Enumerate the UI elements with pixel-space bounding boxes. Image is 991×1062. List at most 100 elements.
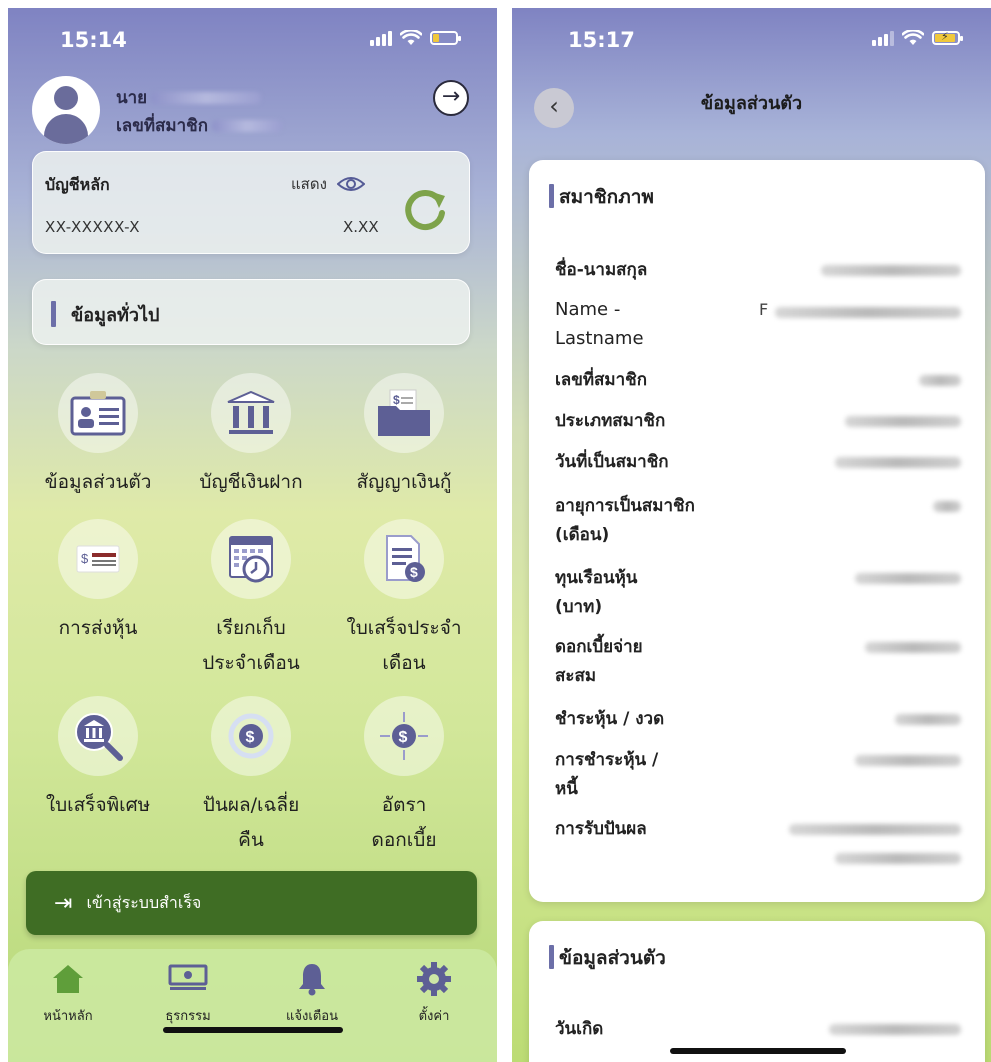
section-accent-bar bbox=[51, 301, 56, 327]
page-title: ข้อมูลส่วนตัว bbox=[700, 93, 803, 114]
gear-icon bbox=[417, 962, 451, 996]
redacted-value bbox=[895, 714, 961, 725]
id-card-icon bbox=[70, 391, 126, 436]
refresh-icon[interactable] bbox=[401, 186, 449, 234]
home-icon bbox=[53, 965, 83, 993]
user-name-prefix: นาย bbox=[116, 88, 148, 108]
wifi-icon bbox=[902, 30, 924, 45]
tab-notifications[interactable]: แจ้งเตือน bbox=[262, 961, 362, 1026]
redacted-value bbox=[933, 501, 961, 512]
redacted-member-number bbox=[212, 119, 283, 132]
menu-loan-contracts[interactable]: $ สัญญาเงินกู้ bbox=[324, 373, 484, 500]
redacted-value bbox=[821, 265, 961, 276]
section-accent-bar bbox=[549, 945, 554, 969]
tab-settings[interactable]: ตั้งค่า bbox=[384, 961, 484, 1026]
status-icons bbox=[370, 30, 461, 46]
tab-label: ธุรกรรม bbox=[165, 1009, 211, 1024]
receipt-dollar-icon: $ bbox=[386, 535, 425, 582]
redacted-value bbox=[775, 307, 961, 318]
personal-info-screen: 15:17 ⚡ ‹ ข้อมูลส่วนตัว สมาชิกภาพ ชื่อ-น… bbox=[512, 8, 991, 1062]
menu-label: ปันผล/เฉลี่ยคืน bbox=[202, 794, 300, 851]
field-label-member-no: เลขที่สมาชิก bbox=[555, 370, 648, 390]
avatar[interactable] bbox=[32, 76, 100, 144]
redacted-name bbox=[151, 91, 262, 104]
redacted-value bbox=[865, 642, 961, 653]
menu-personal-info[interactable]: ข้อมูลส่วนตัว bbox=[18, 373, 178, 500]
dollar-target-icon: $ bbox=[380, 712, 428, 760]
redacted-value bbox=[855, 755, 961, 766]
field-label-share-capital: ทุนเรือนหุ้น (บาท) bbox=[555, 568, 638, 617]
bank-search-icon bbox=[75, 713, 123, 761]
account-title: บัญชีหลัก bbox=[45, 175, 110, 194]
general-info-header: ข้อมูลทั่วไป bbox=[32, 279, 470, 345]
svg-text:$: $ bbox=[410, 564, 418, 580]
personal-info-card: ข้อมูลส่วนตัว วันเกิด bbox=[529, 921, 985, 1062]
field-label-accrued-interest: ดอกเบี้ยจ่ายสะสม bbox=[555, 637, 643, 686]
field-label-membership-months: อายุการเป็นสมาชิก (เดือน) bbox=[555, 496, 695, 545]
section-accent-bar bbox=[549, 184, 554, 208]
member-number: เลขที่สมาชิก bbox=[116, 112, 283, 139]
menu-label: การส่งหุ้น bbox=[58, 617, 138, 639]
field-label-join-date: วันที่เป็นสมาชิก bbox=[555, 452, 669, 472]
personal-info-title: ข้อมูลส่วนตัว bbox=[559, 947, 666, 969]
show-balance-toggle[interactable]: แสดง bbox=[291, 172, 365, 196]
logout-icon: → bbox=[441, 84, 461, 109]
tab-label: แจ้งเตือน bbox=[286, 1009, 338, 1024]
account-number: XX-XXXXX-X bbox=[45, 218, 141, 236]
menu-label: เรียกเก็บประจำเดือน bbox=[202, 617, 300, 674]
menu-label: บัญชีเงินฝาก bbox=[199, 471, 303, 493]
value-prefix: F bbox=[759, 300, 769, 319]
menu-label: สัญญาเงินกู้ bbox=[356, 471, 452, 493]
tab-transactions[interactable]: ธุรกรรม bbox=[138, 961, 238, 1026]
battery-charging-icon: ⚡ bbox=[932, 30, 963, 45]
general-info-title: ข้อมูลทั่วไป bbox=[71, 305, 160, 326]
battery-icon bbox=[430, 31, 461, 45]
menu-label: อัตราดอกเบี้ย bbox=[371, 794, 437, 851]
status-icons: ⚡ bbox=[872, 30, 963, 46]
field-label-share-debt-payment: การชำระหุ้น / หนี้ bbox=[555, 750, 659, 799]
user-name: นาย bbox=[116, 84, 262, 111]
menu-special-receipt[interactable]: ใบเสร็จพิเศษ bbox=[18, 696, 178, 823]
menu-deposit-accounts[interactable]: บัญชีเงินฝาก bbox=[171, 373, 331, 500]
dollar-cycle-icon: $ bbox=[228, 713, 274, 759]
tab-home[interactable]: หน้าหลัก bbox=[18, 961, 118, 1026]
bottom-tab-bar: หน้าหลัก ธุรกรรม แจ้งเตือน ตั้งค่า bbox=[8, 949, 497, 1062]
redacted-value bbox=[919, 375, 961, 386]
login-icon: ⇥ bbox=[54, 890, 73, 916]
menu-share-payment[interactable]: $ การส่งหุ้น bbox=[18, 519, 178, 646]
cellular-signal-icon bbox=[370, 30, 392, 46]
menu-label: ใบเสร็จประจำเดือน bbox=[346, 617, 462, 674]
wifi-icon bbox=[400, 30, 422, 45]
svg-text:$: $ bbox=[246, 729, 255, 746]
banknote-icon bbox=[168, 964, 208, 990]
home-screen: 15:14 นาย เลขที่สมาชิก → บัญชีหลัก แสดง … bbox=[8, 8, 497, 1062]
membership-title: สมาชิกภาพ bbox=[559, 186, 654, 208]
redacted-value bbox=[835, 853, 961, 864]
menu-monthly-receipt[interactable]: $ ใบเสร็จประจำเดือน bbox=[324, 519, 484, 681]
account-card: บัญชีหลัก แสดง XX-XXXXX-X X.XX bbox=[32, 151, 470, 254]
menu-label: ใบเสร็จพิเศษ bbox=[45, 794, 151, 816]
redacted-value bbox=[789, 824, 961, 835]
home-indicator bbox=[670, 1048, 846, 1054]
svg-text:$: $ bbox=[399, 729, 408, 746]
cash-card-icon: $ bbox=[76, 545, 120, 573]
field-label-birthdate: วันเกิด bbox=[555, 1019, 604, 1039]
status-time: 15:14 bbox=[60, 28, 127, 52]
menu-dividend[interactable]: $ ปันผล/เฉลี่ยคืน bbox=[171, 696, 331, 858]
field-label-fullname-th: ชื่อ-นามสกุล bbox=[555, 260, 648, 280]
logout-button[interactable]: → bbox=[433, 80, 469, 116]
menu-interest-rate[interactable]: $ อัตราดอกเบี้ย bbox=[324, 696, 484, 858]
field-label-fullname-en: Name - Lastname bbox=[555, 299, 644, 349]
field-label-dividend-receipt: การรับปันผล bbox=[555, 819, 647, 839]
tab-label: ตั้งค่า bbox=[418, 1009, 450, 1024]
calendar-clock-icon bbox=[229, 536, 273, 583]
svg-text:$: $ bbox=[393, 393, 400, 407]
redacted-value bbox=[855, 573, 961, 584]
menu-monthly-billing[interactable]: เรียกเก็บประจำเดือน bbox=[171, 519, 331, 681]
toast-message: เข้าสู่ระบบสำเร็จ bbox=[86, 892, 202, 912]
svg-text:$: $ bbox=[81, 551, 89, 566]
status-time: 15:17 bbox=[568, 28, 635, 52]
field-label-share-per-period: ชำระหุ้น / งวด bbox=[555, 709, 665, 729]
redacted-value bbox=[845, 416, 961, 427]
bank-icon bbox=[227, 390, 275, 434]
